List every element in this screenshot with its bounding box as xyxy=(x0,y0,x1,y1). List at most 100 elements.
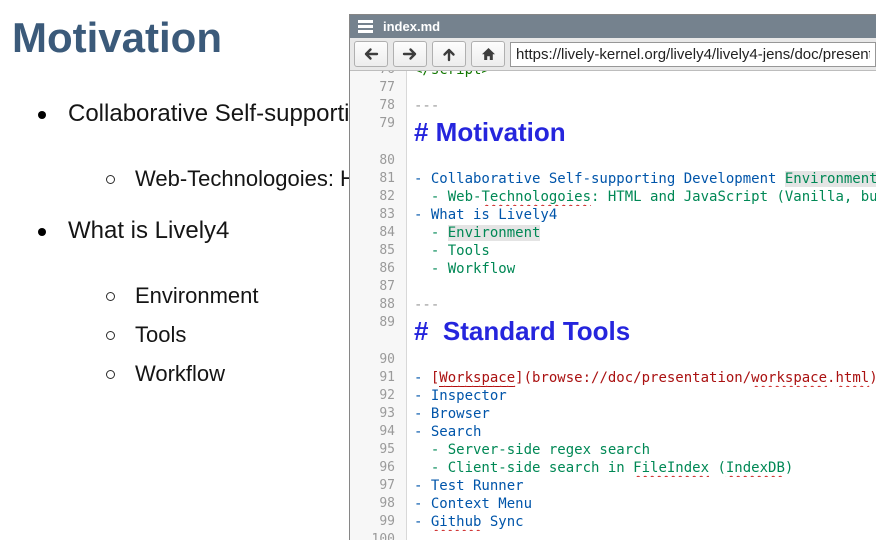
code-line[interactable]: 80 xyxy=(350,152,876,170)
code-line[interactable]: 98- Context Menu xyxy=(350,495,876,513)
code-line-text xyxy=(407,278,876,296)
code-line[interactable]: 92- Inspector xyxy=(350,387,876,405)
line-number: 98 xyxy=(350,495,407,513)
back-arrow-icon xyxy=(363,47,379,61)
line-number: 82 xyxy=(350,188,407,206)
screen: Motivation Collaborative Self-supporting… xyxy=(0,0,876,540)
line-number: 77 xyxy=(350,79,407,97)
up-arrow-icon xyxy=(442,47,456,62)
code-line-text: # Motivation xyxy=(407,115,876,152)
line-number: 85 xyxy=(350,242,407,260)
code-line-text: - Search xyxy=(407,423,876,441)
line-number: 92 xyxy=(350,387,407,405)
code-line[interactable]: 89# Standard Tools xyxy=(350,314,876,351)
line-number: 94 xyxy=(350,423,407,441)
line-number: 97 xyxy=(350,477,407,495)
home-icon xyxy=(481,47,496,61)
line-number: 76 xyxy=(350,71,407,79)
code-editor[interactable]: 76</script>7778---79# Motivation8081- Co… xyxy=(350,71,876,540)
sub-bullet-item: Tools xyxy=(106,322,259,348)
line-number: 84 xyxy=(350,224,407,242)
line-number: 87 xyxy=(350,278,407,296)
code-line[interactable]: 76</script> xyxy=(350,71,876,79)
bullet-circle-icon xyxy=(106,370,115,379)
code-line[interactable]: 95 - Server-side regex search xyxy=(350,441,876,459)
sub-bullet-label: Tools xyxy=(135,322,186,348)
forward-arrow-icon xyxy=(402,47,418,61)
line-number: 99 xyxy=(350,513,407,531)
code-line-text: - Tools xyxy=(407,242,876,260)
code-line-text: - Browser xyxy=(407,405,876,423)
code-line-text: - Workflow xyxy=(407,260,876,278)
window-title: index.md xyxy=(383,19,440,34)
code-line-text: - What is Lively4 xyxy=(407,206,876,224)
line-number: 90 xyxy=(350,351,407,369)
hamburger-menu-icon[interactable] xyxy=(358,20,373,33)
bullet-circle-icon xyxy=(106,292,115,301)
code-line[interactable]: 91- [Workspace](browse://doc/presentatio… xyxy=(350,369,876,387)
back-button[interactable] xyxy=(354,41,388,67)
code-line[interactable]: 94- Search xyxy=(350,423,876,441)
sub-bullet-label: Environment xyxy=(135,283,259,309)
code-line-text xyxy=(407,152,876,170)
code-line-text: - Collaborative Self-supporting Developm… xyxy=(407,170,876,188)
code-line[interactable]: 100 xyxy=(350,531,876,540)
line-number: 93 xyxy=(350,405,407,423)
code-line-text: </script> xyxy=(407,71,876,79)
code-line-text: --- xyxy=(407,296,876,314)
code-line[interactable]: 77 xyxy=(350,79,876,97)
window-titlebar[interactable]: index.md xyxy=(350,15,876,38)
bullet-disc-icon xyxy=(38,111,46,119)
sub-bullet-list: Environment Tools Workflow xyxy=(106,283,259,387)
code-line[interactable]: 84 - Environment xyxy=(350,224,876,242)
code-line[interactable]: 99- Github Sync xyxy=(350,513,876,531)
code-line[interactable]: 88--- xyxy=(350,296,876,314)
line-number: 100 xyxy=(350,531,407,540)
code-line[interactable]: 90 xyxy=(350,351,876,369)
code-lines: 76</script>7778---79# Motivation8081- Co… xyxy=(350,71,876,540)
sub-bullet-item: Workflow xyxy=(106,361,259,387)
code-line[interactable]: 81- Collaborative Self-supporting Develo… xyxy=(350,170,876,188)
line-number: 96 xyxy=(350,459,407,477)
code-line-text xyxy=(407,531,876,540)
line-number: 79 xyxy=(350,115,407,152)
sub-bullet-label: Workflow xyxy=(135,361,225,387)
code-line[interactable]: 97- Test Runner xyxy=(350,477,876,495)
code-line[interactable]: 83- What is Lively4 xyxy=(350,206,876,224)
code-line[interactable]: 79# Motivation xyxy=(350,115,876,152)
code-line-text xyxy=(407,79,876,97)
sub-bullet-item: Environment xyxy=(106,283,259,309)
up-button[interactable] xyxy=(432,41,466,67)
code-line-text: - Server-side regex search xyxy=(407,441,876,459)
code-line-text: - Context Menu xyxy=(407,495,876,513)
code-line-text: - Web-Technologoies: HTML and JavaScript… xyxy=(407,188,876,206)
line-number: 91 xyxy=(350,369,407,387)
code-line[interactable]: 78--- xyxy=(350,97,876,115)
line-number: 86 xyxy=(350,260,407,278)
line-number: 80 xyxy=(350,152,407,170)
code-line[interactable]: 86 - Workflow xyxy=(350,260,876,278)
forward-button[interactable] xyxy=(393,41,427,67)
code-line[interactable]: 85 - Tools xyxy=(350,242,876,260)
code-line[interactable]: 93- Browser xyxy=(350,405,876,423)
code-line[interactable]: 82 - Web-Technologoies: HTML and JavaScr… xyxy=(350,188,876,206)
code-line-text: - Github Sync xyxy=(407,513,876,531)
code-line[interactable]: 87 xyxy=(350,278,876,296)
line-number: 81 xyxy=(350,170,407,188)
code-line-text: - Client-side search in FileIndex (Index… xyxy=(407,459,876,477)
code-line-text: # Standard Tools xyxy=(407,314,876,351)
editor-window: index.md 76</script>7778---79# Motivatio… xyxy=(349,14,876,540)
bullet-disc-icon xyxy=(38,228,46,236)
line-number: 95 xyxy=(350,441,407,459)
code-line-text xyxy=(407,351,876,369)
bullet-label: What is Lively4 xyxy=(68,217,229,244)
line-number: 78 xyxy=(350,97,407,115)
code-line[interactable]: 96 - Client-side search in FileIndex (In… xyxy=(350,459,876,477)
line-number: 83 xyxy=(350,206,407,224)
code-line-text: - Test Runner xyxy=(407,477,876,495)
line-number: 89 xyxy=(350,314,407,351)
url-input[interactable] xyxy=(510,42,876,67)
bullet-circle-icon xyxy=(106,175,115,184)
home-button[interactable] xyxy=(471,41,505,67)
code-line-text: --- xyxy=(407,97,876,115)
